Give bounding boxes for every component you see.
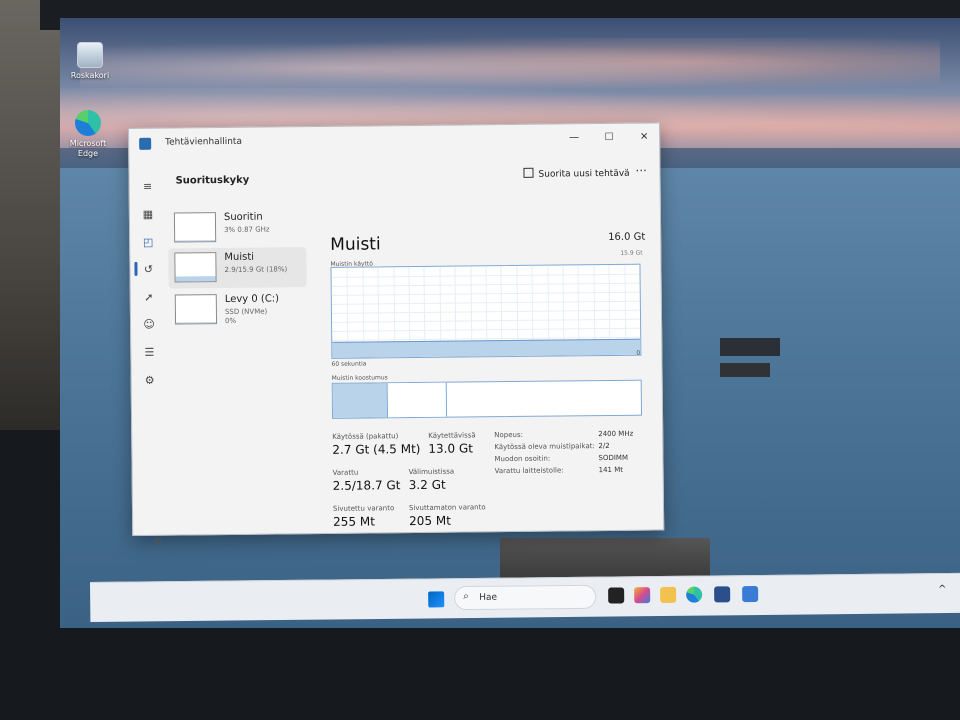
performance-icon[interactable]: ◰	[140, 235, 156, 251]
wallpaper-pier	[720, 363, 770, 377]
details-icon[interactable]: ☰	[141, 345, 157, 361]
memory-composition-bar	[331, 379, 643, 419]
wall-background	[0, 0, 60, 430]
device-subtitle: 2.9/15.9 Gt (18%)	[224, 265, 288, 274]
cached-value: 3.2 Gt	[408, 477, 446, 493]
memory-usage-fill	[332, 338, 641, 358]
available-label: Käytettävissä	[428, 431, 476, 440]
task-manager-window: Tehtävienhallinta — ☐ ✕ ≡ ▦ ◰ ↺ ➚ ☺ ☰ ⚙ …	[128, 122, 665, 548]
device-list: Suoritin 3% 0.87 GHz Muisti 2.9/15.9 Gt …	[168, 207, 311, 508]
committed-label: Varattu	[332, 468, 359, 477]
hardware-reserved-value: 141 Mt	[598, 465, 624, 475]
memory-usage-graph	[330, 263, 642, 359]
file-explorer-icon[interactable]	[660, 586, 677, 604]
search-placeholder: Hae	[479, 592, 498, 603]
device-thumbnail	[173, 212, 217, 243]
device-item-disk[interactable]: Levy 0 (C:) SSD (NVMe) 0%	[169, 289, 307, 330]
run-new-task-label: Suorita uusi tehtävä	[538, 168, 630, 180]
device-name: Suoritin	[223, 211, 263, 223]
paged-pool-label: Sivutettu varanto	[332, 504, 395, 513]
page-header: Suorituskyky Suorita uusi tehtävä ···	[165, 153, 661, 198]
cached-label: Välimuistissa	[408, 467, 455, 477]
store-icon[interactable]	[714, 586, 731, 603]
device-thumbnail-fill	[175, 276, 216, 282]
device-name: Muisti	[224, 251, 255, 263]
startup-icon[interactable]: ➚	[141, 290, 157, 306]
edge-icon	[75, 110, 101, 136]
nav-selection-indicator	[134, 261, 138, 276]
slots-label: Käytössä oleva muistipaikat:	[494, 442, 595, 452]
memory-title: Muisti	[330, 234, 381, 255]
desktop-icon-label: Microsoft Edge	[69, 139, 107, 158]
settings-icon[interactable]: ⚙	[153, 537, 162, 548]
device-item-memory[interactable]: Muisti 2.9/15.9 Gt (18%)	[168, 247, 307, 289]
nonpaged-pool-value: 205 Mt	[409, 513, 451, 529]
composition-modified	[387, 382, 448, 418]
copilot-icon[interactable]	[634, 587, 651, 604]
search-icon: ⌕	[463, 591, 469, 603]
wallpaper-pier	[720, 338, 780, 356]
memory-usage-max: 15.9 Gt	[620, 249, 643, 257]
memory-composition-label: Muistin koostumus	[331, 374, 388, 382]
available-value: 13.0 Gt	[428, 441, 473, 456]
committed-value: 2.5/18.7 Gt	[332, 478, 401, 493]
services-icon[interactable]: ⚙	[142, 373, 158, 389]
desktop-icon-edge[interactable]: Microsoft Edge	[60, 110, 116, 159]
recycle-bin-icon	[77, 42, 103, 68]
device-subtitle: 3% 0.87 GHz	[224, 225, 270, 234]
device-item-cpu[interactable]: Suoritin 3% 0.87 GHz	[168, 207, 306, 248]
nonpaged-pool-label: Sivuttamaton varanto	[408, 503, 486, 513]
start-button[interactable]	[428, 591, 445, 608]
device-name: Levy 0 (C:)	[224, 293, 280, 305]
history-icon[interactable]: ↺	[140, 262, 156, 278]
speed-value: 2400 MHz	[598, 429, 634, 439]
minimize-button[interactable]: —	[559, 128, 589, 148]
task-manager-app-icon	[139, 137, 152, 150]
graph-axis-left-label: 60 sekuntia	[331, 360, 367, 368]
form-factor-value: SODIMM	[598, 453, 629, 463]
in-use-label: Käytössä (pakattu)	[332, 432, 399, 441]
navigation-sidebar: ≡ ▦ ◰ ↺ ➚ ☺ ☰ ⚙ ⚙	[129, 159, 169, 548]
users-icon[interactable]: ☺	[141, 317, 157, 333]
run-new-task-button[interactable]: Suorita uusi tehtävä	[523, 167, 630, 180]
task-manager-icon[interactable]	[742, 586, 759, 603]
processes-icon[interactable]: ▦	[140, 207, 156, 223]
paged-pool-value: 255 Mt	[333, 514, 375, 529]
taskbar-search[interactable]: ⌕ Hae	[454, 584, 597, 611]
photo-frame: Roskakori Microsoft Edge Tehtävienhallin…	[0, 0, 960, 720]
device-subtitle: SSD (NVMe)	[224, 307, 268, 316]
close-button[interactable]: ✕	[629, 127, 659, 147]
in-use-value: 2.7 Gt (4.5 Mt)	[332, 441, 421, 457]
graph-axis-right-label: 0	[636, 349, 641, 357]
device-subtitle-2: 0%	[224, 316, 237, 325]
more-options-button[interactable]: ···	[635, 164, 647, 178]
widgets-icon[interactable]	[608, 587, 625, 604]
device-thumbnail	[174, 252, 217, 283]
edge-icon[interactable]	[686, 586, 703, 603]
page-title: Suorituskyky	[175, 174, 250, 187]
device-thumbnail	[174, 294, 218, 325]
tray-overflow-button[interactable]: ^	[938, 584, 947, 595]
menu-icon[interactable]: ≡	[140, 179, 156, 195]
speed-label: Nopeus:	[494, 430, 523, 440]
slots-value: 2/2	[598, 441, 610, 451]
new-task-icon	[523, 167, 534, 178]
desktop-icon-label: Roskakori	[70, 71, 110, 80]
device-thumbnail-fill	[175, 239, 216, 242]
composition-in-use	[332, 383, 389, 418]
desktop-icon-recycle-bin[interactable]: Roskakori	[62, 42, 118, 81]
form-factor-label: Muodon osoitin:	[494, 454, 551, 464]
memory-total: 16.0 Gt	[608, 231, 646, 243]
window-title: Tehtävienhallinta	[165, 136, 243, 148]
maximize-button[interactable]: ☐	[594, 128, 624, 148]
hardware-reserved-label: Varattu laitteistolle:	[494, 466, 564, 476]
device-thumbnail-fill	[176, 321, 217, 324]
